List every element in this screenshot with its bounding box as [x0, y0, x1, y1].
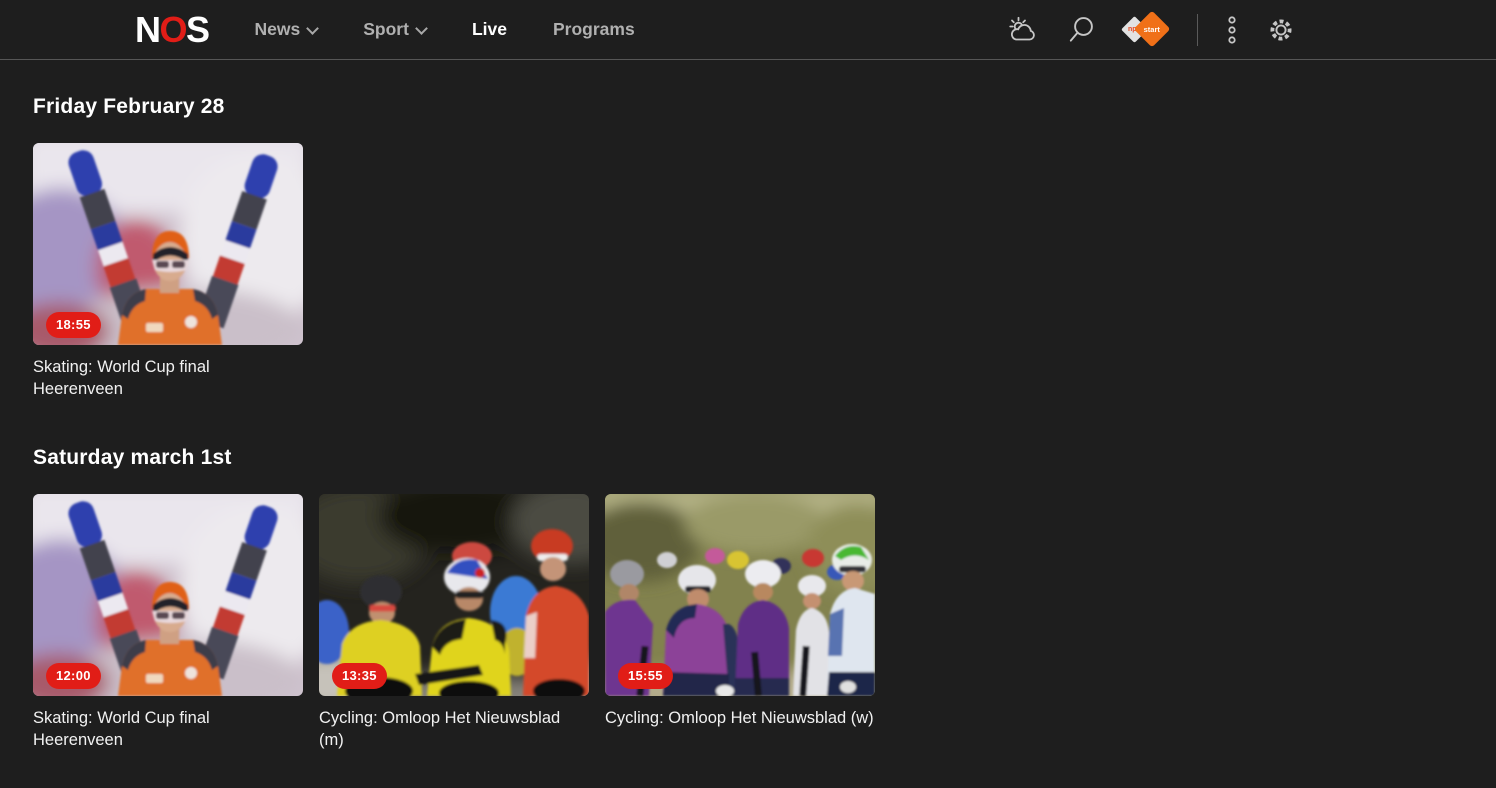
nav-item-live[interactable]: Live [472, 19, 507, 40]
time-badge: 15:55 [618, 663, 673, 689]
day-section: Saturday march 1st 12:00 Skating: World C… [33, 446, 1496, 751]
weather-icon [1008, 15, 1040, 45]
time-badge: 12:00 [46, 663, 101, 689]
gear-icon [1266, 15, 1296, 45]
broadcast-thumbnail[interactable]: 12:00 [33, 494, 303, 696]
chevron-down-icon [415, 22, 428, 35]
broadcast-card[interactable]: 13:35 Cycling: Omloop Het Nieuwsblad(m) [319, 494, 589, 751]
nav-item-news[interactable]: News [255, 19, 318, 40]
divider [1197, 14, 1198, 46]
day-heading: Saturday march 1st [33, 446, 1496, 470]
top-nav: NOS News Sport Live Programs [0, 0, 1496, 60]
header-tools: npo start [1008, 11, 1296, 49]
day-heading: Friday February 28 [33, 95, 1496, 119]
nav-item-sport[interactable]: Sport [363, 19, 426, 40]
live-guide: Friday February 28 18:55 Skating: World C… [0, 60, 1496, 751]
broadcast-thumbnail[interactable]: 15:55 [605, 494, 875, 696]
chevron-down-icon [306, 22, 319, 35]
card-grid: 12:00Skating: World Cup finalHeerenveen … [33, 494, 1496, 751]
nav-item-label: Live [472, 19, 507, 40]
nav-item-label: Sport [363, 19, 409, 40]
broadcast-title[interactable]: Cycling: Omloop Het Nieuwsblad(m) [319, 707, 589, 751]
card-grid: 18:55 Skating: World Cup finalHeerenveen [33, 143, 1496, 400]
weather-button[interactable] [1008, 15, 1040, 45]
broadcast-card[interactable]: 12:00 Skating: World Cup finalHeerenveen [33, 494, 303, 751]
broadcast-title[interactable]: Cycling: Omloop Het Nieuwsblad (w) [605, 707, 875, 729]
nav-item-label: Programs [553, 19, 635, 40]
broadcast-card[interactable]: 18:55 Skating: World Cup finalHeerenveen [33, 143, 303, 400]
broadcast-thumbnail[interactable]: 18:55 [33, 143, 303, 345]
nav-item-programs[interactable]: Programs [553, 19, 635, 40]
main-nav: News Sport Live Programs [255, 19, 635, 40]
kebab-menu-icon [1225, 14, 1239, 46]
broadcast-thumbnail[interactable]: 13:35 [319, 494, 589, 696]
npo-start-diamond: start [1134, 10, 1171, 47]
day-section: Friday February 28 18:55 Skating: World C… [33, 95, 1496, 400]
broadcast-card[interactable]: 15:55 Cycling: Omloop Het Nieuwsblad (w) [605, 494, 875, 751]
more-menu-button[interactable] [1225, 14, 1239, 46]
time-badge: 13:35 [332, 663, 387, 689]
time-badge: 18:55 [46, 312, 101, 338]
settings-button[interactable] [1266, 15, 1296, 45]
nav-item-label: News [255, 19, 301, 40]
broadcast-title[interactable]: Skating: World Cup finalHeerenveen [33, 707, 303, 751]
search-button[interactable] [1067, 15, 1097, 45]
nos-logo[interactable]: NOS [135, 12, 209, 48]
npo-start-logo[interactable]: npo start [1124, 11, 1170, 49]
search-icon [1067, 15, 1097, 45]
broadcast-title[interactable]: Skating: World Cup finalHeerenveen [33, 356, 303, 400]
